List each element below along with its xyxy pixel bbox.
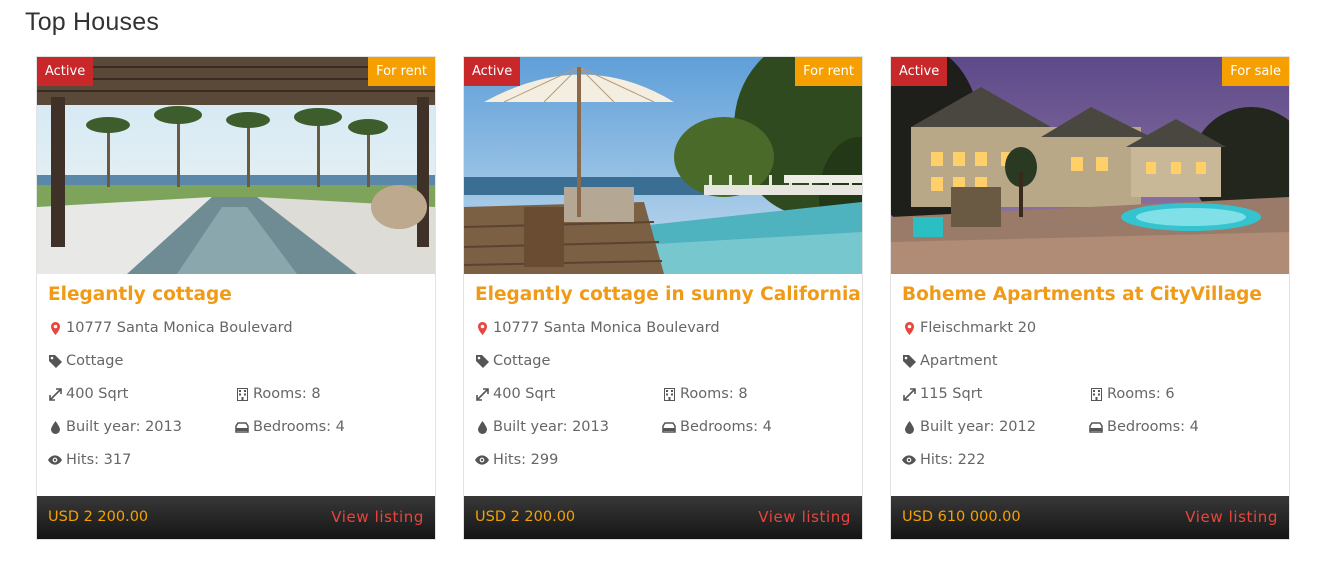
listing-address: 10777 Santa Monica Boulevard: [475, 320, 720, 336]
expand-arrows-icon: [48, 387, 62, 401]
building-icon: [662, 387, 676, 401]
listing-built-year: Built year: 2013: [475, 419, 609, 435]
listing-card: Active For sale Boheme Apartments at Cit…: [890, 56, 1290, 540]
listing-photo[interactable]: [891, 57, 1289, 274]
drop-icon: [48, 420, 62, 434]
drop-icon: [475, 420, 489, 434]
eye-icon: [48, 455, 62, 465]
eye-icon: [902, 455, 916, 465]
section-title: Top Houses: [25, 8, 160, 36]
listing-address: Fleischmarkt 20: [902, 320, 1036, 336]
listing-title[interactable]: Elegantly cottage: [48, 284, 232, 305]
map-marker-icon: [902, 321, 916, 335]
built-year-text: Built year: 2012: [920, 419, 1036, 435]
listing-card: Active For rent Elegantly cottage in sun…: [463, 56, 863, 540]
address-text: Fleischmarkt 20: [920, 320, 1037, 336]
listing-type-badge: For sale: [1222, 57, 1289, 86]
listing-photo[interactable]: [464, 57, 862, 274]
drop-icon: [902, 420, 916, 434]
status-badge: Active: [891, 57, 948, 86]
listing-type-badge: For rent: [368, 57, 435, 86]
listing-photo[interactable]: [37, 57, 435, 274]
bed-icon: [1089, 421, 1103, 433]
listing-rooms: Rooms: 8: [662, 386, 748, 402]
view-listing-link[interactable]: View listing: [331, 508, 424, 526]
hits-text: Hits: 317: [66, 452, 132, 468]
listing-rooms: Rooms: 8: [235, 386, 321, 402]
built-year-text: Built year: 2013: [493, 419, 609, 435]
view-listing-link[interactable]: View listing: [1185, 508, 1278, 526]
category-text: Apartment: [920, 353, 998, 369]
status-badge: Active: [37, 57, 94, 86]
rooms-text: Rooms: 8: [680, 386, 748, 402]
listing-hits: Hits: 317: [48, 452, 131, 468]
listing-price: USD 2 200.00: [48, 509, 149, 525]
map-marker-icon: [48, 321, 62, 335]
expand-arrows-icon: [475, 387, 489, 401]
rooms-text: Rooms: 6: [1107, 386, 1175, 402]
category-text: Cottage: [66, 353, 124, 369]
listing-category: Cottage: [48, 353, 123, 369]
address-text: 10777 Santa Monica Boulevard: [493, 320, 720, 336]
bedrooms-text: Bedrooms: 4: [253, 419, 345, 435]
view-listing-link[interactable]: View listing: [758, 508, 851, 526]
listing-footer: USD 610 000.00 View listing: [891, 496, 1289, 539]
built-year-text: Built year: 2013: [66, 419, 182, 435]
building-icon: [235, 387, 249, 401]
listing-bedrooms: Bedrooms: 4: [1089, 419, 1199, 435]
listing-footer: USD 2 200.00 View listing: [464, 496, 862, 539]
listing-title[interactable]: Boheme Apartments at CityVillage: [902, 284, 1262, 305]
listing-area: 400 Sqrt: [48, 386, 128, 402]
category-text: Cottage: [493, 353, 551, 369]
listing-bedrooms: Bedrooms: 4: [662, 419, 772, 435]
bedrooms-text: Bedrooms: 4: [1107, 419, 1199, 435]
tag-icon: [48, 354, 62, 368]
listing-area: 400 Sqrt: [475, 386, 555, 402]
map-marker-icon: [475, 321, 489, 335]
rooms-text: Rooms: 8: [253, 386, 321, 402]
expand-arrows-icon: [902, 387, 916, 401]
eye-icon: [475, 455, 489, 465]
area-text: 400 Sqrt: [493, 386, 556, 402]
building-icon: [1089, 387, 1103, 401]
listing-title[interactable]: Elegantly cottage in sunny California: [475, 284, 861, 305]
status-badge: Active: [464, 57, 521, 86]
listing-built-year: Built year: 2012: [902, 419, 1036, 435]
listing-built-year: Built year: 2013: [48, 419, 182, 435]
tag-icon: [902, 354, 916, 368]
listing-type-badge: For rent: [795, 57, 862, 86]
listing-rooms: Rooms: 6: [1089, 386, 1175, 402]
listing-card: Active For rent Elegantly cottage 10777 …: [36, 56, 436, 540]
bed-icon: [662, 421, 676, 433]
listing-hits: Hits: 299: [475, 452, 558, 468]
hits-text: Hits: 299: [493, 452, 559, 468]
address-text: 10777 Santa Monica Boulevard: [66, 320, 293, 336]
hits-text: Hits: 222: [920, 452, 986, 468]
listing-price: USD 610 000.00: [902, 509, 1021, 525]
listing-footer: USD 2 200.00 View listing: [37, 496, 435, 539]
listing-address: 10777 Santa Monica Boulevard: [48, 320, 293, 336]
listing-bedrooms: Bedrooms: 4: [235, 419, 345, 435]
area-text: 115 Sqrt: [920, 386, 983, 402]
bedrooms-text: Bedrooms: 4: [680, 419, 772, 435]
tag-icon: [475, 354, 489, 368]
listing-price: USD 2 200.00: [475, 509, 576, 525]
area-text: 400 Sqrt: [66, 386, 129, 402]
listing-area: 115 Sqrt: [902, 386, 982, 402]
listing-hits: Hits: 222: [902, 452, 985, 468]
listing-category: Cottage: [475, 353, 550, 369]
bed-icon: [235, 421, 249, 433]
listing-category: Apartment: [902, 353, 998, 369]
